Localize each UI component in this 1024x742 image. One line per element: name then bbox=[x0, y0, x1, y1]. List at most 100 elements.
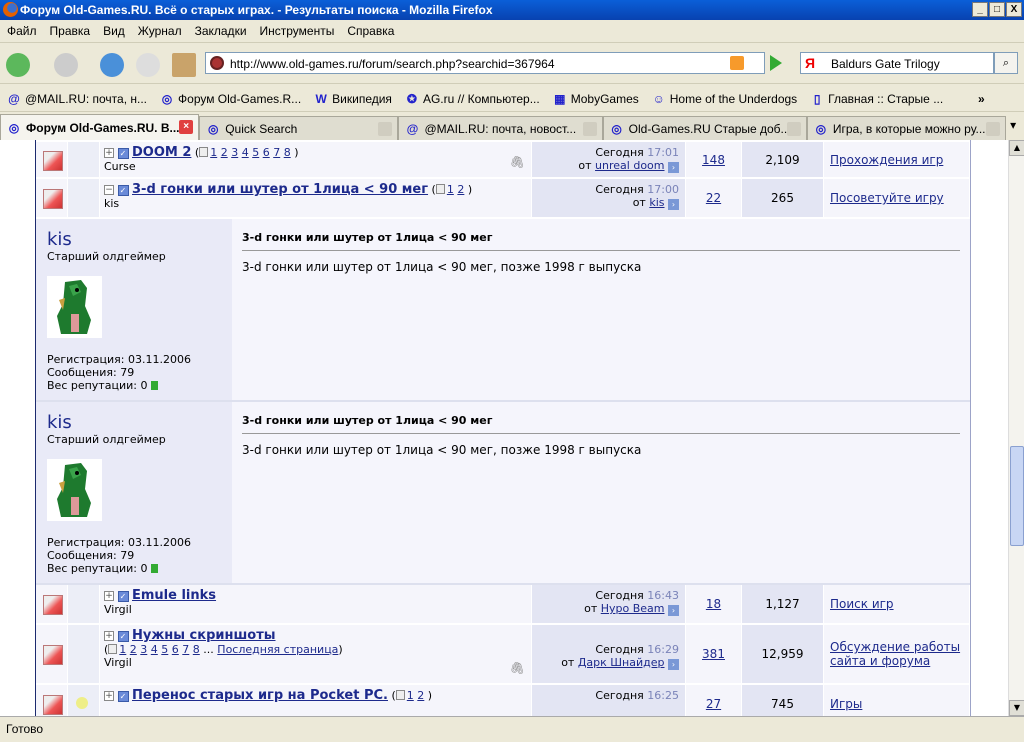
go-to-last-post-icon[interactable]: › bbox=[668, 605, 679, 616]
post-body: 3-d гонки или шутер от 1лица < 90 мег, п… bbox=[242, 260, 642, 274]
back-icon[interactable] bbox=[6, 53, 30, 77]
address-bar[interactable]: http://www.old-games.ru/forum/search.php… bbox=[205, 52, 765, 74]
page-link[interactable]: 7 bbox=[182, 643, 189, 656]
forum-link[interactable]: Прохождения игр bbox=[830, 153, 943, 167]
bookmark-item[interactable]: ▯ Главная :: Старые ... bbox=[810, 92, 943, 106]
scroll-down-icon[interactable]: ▼ bbox=[1009, 700, 1024, 716]
post-username[interactable]: kis bbox=[47, 412, 221, 433]
tab[interactable]: ◎ Quick Search bbox=[199, 116, 399, 140]
tab-close-icon[interactable] bbox=[582, 122, 597, 136]
minimize-button[interactable]: _ bbox=[972, 2, 988, 17]
forward-icon[interactable] bbox=[54, 53, 78, 77]
bookmark-item[interactable]: ☺ Home of the Underdogs bbox=[652, 92, 798, 106]
tab[interactable]: ◎ Игра, в которые можно ру... bbox=[806, 116, 1007, 140]
page-link[interactable]: 1 bbox=[119, 643, 126, 656]
topic-title-link[interactable]: Emule links bbox=[132, 588, 216, 603]
forum-link[interactable]: Игры bbox=[830, 697, 862, 711]
menu-bookmarks[interactable]: Закладки bbox=[195, 24, 247, 38]
maximize-button[interactable]: □ bbox=[989, 2, 1005, 17]
tab-close-icon[interactable] bbox=[786, 122, 801, 136]
expand-icon[interactable]: + bbox=[104, 591, 114, 601]
menu-tools[interactable]: Инструменты bbox=[260, 24, 335, 38]
page-link[interactable]: 5 bbox=[252, 146, 259, 159]
page-link[interactable]: 8 bbox=[193, 643, 200, 656]
page-link[interactable]: 1 bbox=[407, 689, 414, 702]
page-link[interactable]: 1 bbox=[210, 146, 217, 159]
last-poster-link[interactable]: Дарк Шнайдер bbox=[578, 656, 665, 669]
expand-icon[interactable]: + bbox=[104, 631, 114, 641]
vertical-scrollbar[interactable]: ▲ ▼ bbox=[1008, 140, 1024, 716]
replies-count-link[interactable]: 18 bbox=[706, 597, 721, 611]
forum-link[interactable]: Поиск игр bbox=[830, 597, 894, 611]
page-link[interactable]: 4 bbox=[242, 146, 249, 159]
reload-icon[interactable] bbox=[100, 53, 124, 77]
stop-icon[interactable] bbox=[136, 53, 160, 77]
last-poster-link[interactable]: kis bbox=[649, 196, 664, 209]
tab-close-icon[interactable] bbox=[378, 122, 393, 136]
rss-icon[interactable] bbox=[730, 56, 744, 70]
replies-count-link[interactable]: 148 bbox=[702, 153, 725, 167]
last-post-cell: Сегодня 17:01 от unreal doom › bbox=[532, 142, 686, 177]
forum-link[interactable]: Посоветуйте игру bbox=[830, 191, 944, 205]
close-button[interactable]: X bbox=[1006, 2, 1022, 17]
page-link[interactable]: 2 bbox=[457, 183, 464, 196]
expand-icon[interactable]: + bbox=[104, 691, 114, 701]
topic-title-link[interactable]: Перенос старых игр на Pocket PC. bbox=[132, 688, 388, 703]
bookmarks-overflow-icon[interactable]: » bbox=[978, 92, 985, 106]
page-link[interactable]: 2 bbox=[417, 689, 424, 702]
tab-close-icon[interactable] bbox=[986, 122, 1001, 136]
page-link[interactable]: 8 bbox=[284, 146, 291, 159]
topic-title-link[interactable]: 3-d гонки или шутер от 1лица < 90 мег bbox=[132, 182, 428, 197]
go-to-last-post-icon[interactable]: › bbox=[668, 199, 679, 210]
go-to-last-post-icon[interactable]: › bbox=[668, 162, 679, 173]
replies-count-link[interactable]: 22 bbox=[706, 191, 721, 205]
last-page-link[interactable]: Последняя страница bbox=[217, 643, 338, 656]
scroll-thumb[interactable] bbox=[1010, 446, 1024, 546]
replies-count-link[interactable]: 27 bbox=[706, 697, 721, 711]
bookmark-item[interactable]: W Википедия bbox=[314, 92, 391, 106]
page-link[interactable]: 3 bbox=[140, 643, 147, 656]
page-link[interactable]: 6 bbox=[263, 146, 270, 159]
last-poster-link[interactable]: Hypo Beam bbox=[601, 602, 665, 615]
bookmark-item[interactable]: @ @MAIL.RU: почта, н... bbox=[7, 92, 147, 106]
page-link[interactable]: 1 bbox=[447, 183, 454, 196]
bookmark-item[interactable]: ✪ AG.ru // Компьютер... bbox=[405, 92, 540, 106]
search-icon[interactable]: ⌕ bbox=[994, 52, 1018, 74]
page-link[interactable]: 4 bbox=[151, 643, 158, 656]
topic-status-icon bbox=[43, 150, 63, 171]
collapse-icon[interactable]: − bbox=[104, 185, 114, 195]
menu-edit[interactable]: Правка bbox=[50, 24, 91, 38]
menu-view[interactable]: Вид bbox=[103, 24, 125, 38]
tab[interactable]: ◎ Old-Games.RU Старые доб... bbox=[602, 116, 807, 140]
search-input[interactable]: Я Baldurs Gate Trilogy bbox=[800, 52, 994, 74]
yandex-icon[interactable]: Я bbox=[805, 55, 815, 71]
tab-close-icon[interactable]: × bbox=[179, 120, 194, 134]
page-link[interactable]: 7 bbox=[273, 146, 280, 159]
menu-help[interactable]: Справка bbox=[347, 24, 394, 38]
menu-history[interactable]: Журнал bbox=[138, 24, 182, 38]
page-link[interactable]: 3 bbox=[231, 146, 238, 159]
last-poster-link[interactable]: unreal doom bbox=[595, 159, 664, 172]
bookmark-item[interactable]: ◎ Форум Old-Games.R... bbox=[160, 92, 301, 106]
forum-link[interactable]: Обсуждение работы сайта и форума bbox=[830, 640, 963, 668]
tab[interactable]: ◎ Форум Old-Games.RU. B... × bbox=[0, 114, 200, 140]
replies-count-link[interactable]: 381 bbox=[702, 647, 725, 661]
go-icon[interactable] bbox=[770, 55, 782, 71]
topic-title-link[interactable]: DOOM 2 bbox=[132, 145, 191, 160]
menu-file[interactable]: Файл bbox=[7, 24, 37, 38]
expand-icon[interactable]: + bbox=[104, 148, 114, 158]
post-username[interactable]: kis bbox=[47, 229, 221, 250]
page-link[interactable]: 2 bbox=[130, 643, 137, 656]
tab[interactable]: @ @MAIL.RU: почта, новост... bbox=[398, 116, 603, 140]
page-link[interactable]: 2 bbox=[221, 146, 228, 159]
page-link[interactable]: 6 bbox=[172, 643, 179, 656]
bookmark-item[interactable]: ▦ MobyGames bbox=[553, 92, 639, 106]
topic-cell: + ✓ DOOM 2 (1 2 3 4 5 6 7 8 ) Curse 🖇 bbox=[100, 142, 532, 177]
scroll-up-icon[interactable]: ▲ bbox=[1009, 140, 1024, 156]
page-link[interactable]: 5 bbox=[161, 643, 168, 656]
topic-title-link[interactable]: Нужны скриншоты bbox=[132, 628, 276, 643]
address-url: http://www.old-games.ru/forum/search.php… bbox=[230, 57, 555, 71]
tab-list-icon[interactable]: ▾ bbox=[1010, 118, 1024, 140]
home-icon[interactable] bbox=[172, 53, 196, 77]
go-to-last-post-icon[interactable]: › bbox=[668, 659, 679, 670]
